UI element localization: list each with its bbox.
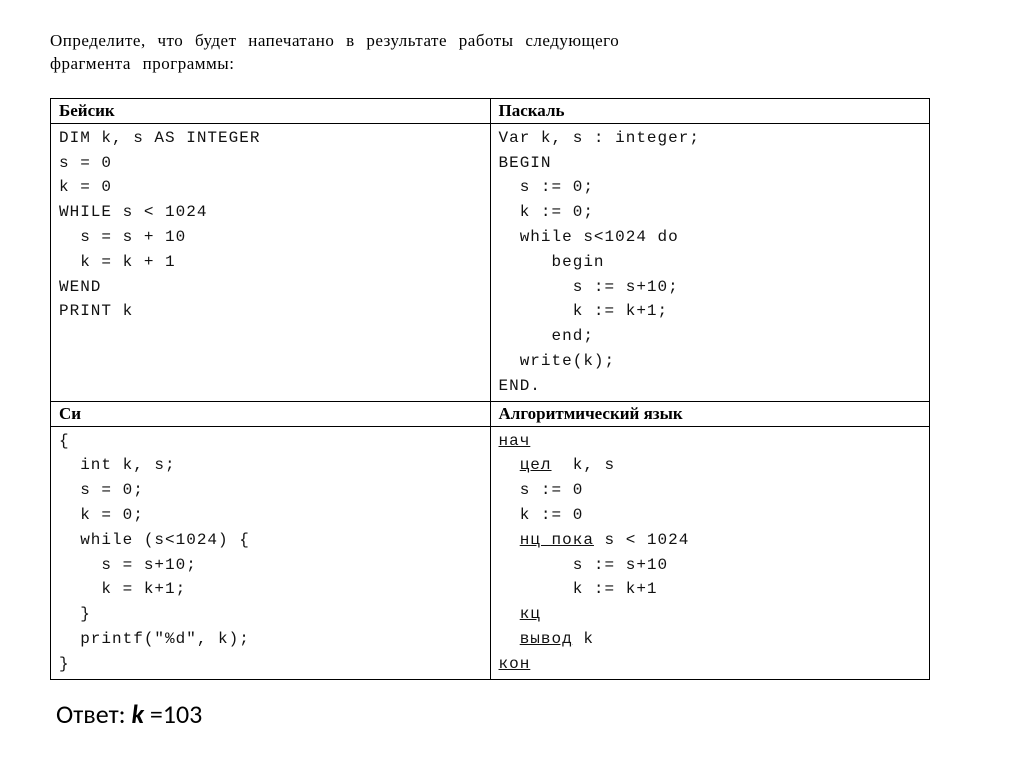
header-c: Си — [51, 401, 491, 426]
code-basic: DIM k, s AS INTEGER s = 0 k = 0 WHILE s … — [51, 123, 491, 401]
header-basic: Бейсик — [51, 98, 491, 123]
code-alg: нач цел k, s s := 0 k := 0 нц пока s < 1… — [490, 426, 930, 679]
problem-statement: Определите, что будет напечатано в резул… — [50, 30, 974, 76]
answer-label: Ответ: — [56, 698, 131, 730]
code-comparison-table: Бейсик Паскаль DIM k, s AS INTEGER s = 0… — [50, 98, 930, 680]
header-alg: Алгоритмический язык — [490, 401, 930, 426]
prompt-line-2: фрагмента программы: — [50, 54, 234, 73]
prompt-line-1: Определите, что будет напечатано в резул… — [50, 31, 619, 50]
code-pascal: Var k, s : integer; BEGIN s := 0; k := 0… — [490, 123, 930, 401]
answer-value: =103 — [144, 698, 202, 730]
code-c: { int k, s; s = 0; k = 0; while (s<1024)… — [51, 426, 491, 679]
header-pascal: Паскаль — [490, 98, 930, 123]
answer-variable: k — [131, 698, 143, 730]
answer-line: Ответ: k =103 — [56, 698, 974, 730]
